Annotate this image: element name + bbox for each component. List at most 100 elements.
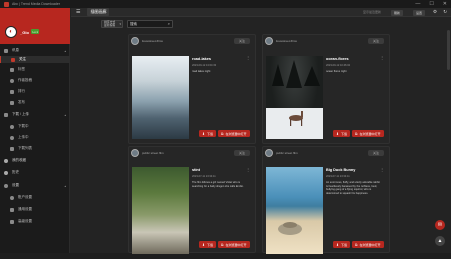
post-image[interactable] (132, 56, 189, 139)
sidebar-item-follow[interactable]: 关注 (0, 56, 70, 63)
sidebar-item-ranking[interactable]: 排行 (10, 88, 66, 95)
author-name[interactable]: public street film (276, 151, 298, 155)
sidebar-item-label: 关注 (19, 57, 26, 61)
sidebar-item-label: 上传中 (18, 135, 29, 139)
post-header: public street film (131, 149, 164, 157)
settings-button[interactable]: 设置 (412, 9, 425, 16)
post-header: public street film (265, 149, 298, 157)
settings-icon[interactable]: ⚙ (433, 9, 437, 15)
author-avatar[interactable] (131, 37, 139, 45)
post-card: ilovestreet-films 关注 road-lakes 2023-09-… (128, 34, 256, 144)
section-history[interactable]: 历史 (4, 170, 66, 175)
author-avatar[interactable] (265, 149, 273, 157)
more-options-icon[interactable]: ⋮ (246, 55, 250, 60)
external-link-icon: ⧉ (221, 131, 224, 136)
section-favorites[interactable]: 我的收藏 (4, 158, 66, 163)
post-image[interactable] (266, 167, 323, 254)
sidebar-item-general-settings[interactable]: 通用设置 (10, 206, 66, 213)
external-link-icon: ⧉ (355, 242, 358, 247)
sidebar-item-account-settings[interactable]: 账户设置 (10, 194, 66, 201)
more-options-icon[interactable]: ⋮ (380, 167, 384, 172)
minimize-button[interactable]: — (415, 1, 420, 7)
download-icon: ⬇ (202, 242, 205, 247)
window-controls: — ☐ ✕ (415, 1, 447, 7)
open-in-browser-button[interactable]: ⧉ 在浏览器中打开 (218, 241, 250, 248)
scroll-top-button[interactable]: ▲ (435, 236, 445, 246)
sidebar-item-tags[interactable]: 标签 (10, 66, 66, 73)
download-label: 下载 (206, 131, 213, 136)
post-title[interactable]: Big Duck Bunny (326, 168, 355, 172)
reload-icon[interactable]: ↻ (443, 9, 447, 15)
section-settings[interactable]: 设置 ▴ (4, 183, 66, 188)
section-label: 我的收藏 (12, 158, 26, 162)
post-title[interactable]: ocean-flores (326, 57, 349, 61)
download-label: 下载 (340, 242, 347, 247)
deer-photo-graphic (266, 60, 323, 139)
search-icon[interactable]: ⌕ (168, 21, 170, 27)
open-in-browser-button[interactable]: ⧉ 在浏览器中打开 (218, 130, 250, 137)
header-info: 显示最近更新 (362, 10, 381, 14)
sidebar-item-label: 发布 (18, 100, 25, 104)
post-title[interactable]: road-lakes (192, 57, 211, 61)
sidebar-item-label: 账户设置 (18, 195, 32, 199)
sidebar-item-publish[interactable]: 发布 (10, 99, 66, 106)
post-card: ilovestreet-films 关注 ocean-flores 2023-0… (262, 34, 390, 144)
sidebar-item-artist[interactable]: 作者投稿 (10, 77, 66, 84)
sidebar-item-downloading[interactable]: 下载中 (10, 123, 66, 130)
download-label: 下载 (206, 242, 213, 247)
post-description: The film follows a girl named Violet who… (192, 181, 244, 188)
follow-button[interactable]: 关注 (367, 38, 384, 44)
author-name[interactable]: ilovestreet-films (276, 39, 297, 43)
sidebar-item-label: 通用设置 (18, 207, 32, 211)
download-icon: ⬇ (336, 242, 339, 247)
external-link-icon: ⧉ (221, 242, 224, 247)
download-button[interactable]: ⬇ 下载 (199, 241, 216, 248)
app-window: Abc | Trend Media Downloader — ☐ ✕ ◐ _Gl… (0, 0, 451, 254)
follow-button[interactable]: 关注 (233, 38, 250, 44)
download-button[interactable]: ⬇ 下载 (333, 241, 350, 248)
open-in-browser-button[interactable]: ⧉ 在浏览器中打开 (352, 130, 384, 137)
author-avatar[interactable] (131, 149, 139, 157)
post-image[interactable] (132, 167, 189, 254)
sidebar-item-download-list[interactable]: 下载列表 (10, 145, 66, 152)
post-title[interactable]: stint (192, 168, 200, 172)
open-in-browser-button[interactable]: ⧉ 在浏览器中打开 (352, 241, 384, 248)
maximize-button[interactable]: ☐ (429, 1, 433, 7)
section-info[interactable]: 讯息 ▴ (4, 48, 66, 53)
sidebar-item-advanced-settings[interactable]: 高级设置 (10, 218, 66, 225)
close-button[interactable]: ✕ (443, 1, 447, 7)
sidebar-item-label: 排行 (18, 89, 25, 93)
post-feed: ilovestreet-films 关注 road-lakes 2023-09-… (128, 34, 390, 254)
post-description: An enormous, fluffy, and utterly adorabl… (326, 181, 380, 195)
post-image[interactable] (266, 56, 323, 139)
download-button[interactable]: ⬇ 下载 (199, 130, 216, 137)
home-icon (11, 57, 15, 62)
refresh-button[interactable]: 刷新 (390, 9, 403, 16)
search-input[interactable]: 搜索 ⌕ (127, 20, 173, 28)
scrollbar[interactable] (447, 30, 450, 70)
follow-button[interactable]: 关注 (233, 150, 250, 156)
follow-button[interactable]: 关注 (367, 150, 384, 156)
history-icon (4, 170, 8, 175)
author-name[interactable]: ilovestreet-films (142, 39, 163, 43)
top-bar: ☰ 插图画廊 显示最近更新 刷新 设置 ⚙ ↻ (71, 8, 451, 17)
sort-select[interactable]: 排序方式 最新投稿 ▾ (101, 20, 123, 28)
sidebar-item-label: 高级设置 (18, 219, 32, 223)
chat-fab-button[interactable]: ✉ (435, 220, 445, 230)
open-label: 在浏览器中打开 (225, 242, 247, 247)
user-name[interactable]: _Glo (20, 30, 29, 35)
download-icon (4, 112, 8, 117)
avatar[interactable]: ◐ (5, 26, 17, 38)
more-options-icon[interactable]: ⋮ (246, 167, 250, 172)
user-level-badge: Lv.1 (31, 29, 40, 34)
sidebar-item-uploading[interactable]: 上传中 (10, 134, 66, 141)
author-avatar[interactable] (265, 37, 273, 45)
author-name[interactable]: public street film (142, 151, 164, 155)
sort-select-label: 排序方式 最新投稿 (104, 20, 116, 28)
upload-icon (10, 100, 14, 105)
section-download[interactable]: 下载 / 上传 ▴ (4, 112, 66, 117)
download-button[interactable]: ⬇ 下载 (333, 130, 350, 137)
section-label: 历史 (12, 170, 19, 174)
more-options-icon[interactable]: ⋮ (380, 55, 384, 60)
hamburger-menu-icon[interactable]: ☰ (76, 9, 80, 15)
